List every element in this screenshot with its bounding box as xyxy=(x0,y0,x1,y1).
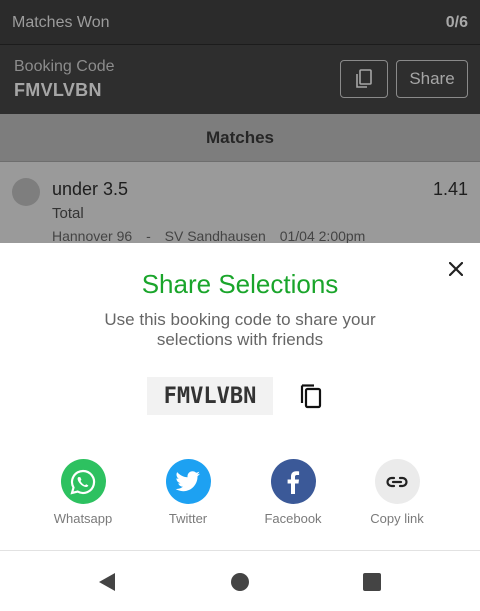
nav-back-button[interactable] xyxy=(95,570,119,594)
sheet-title: Share Selections xyxy=(141,269,339,299)
recents-icon xyxy=(363,573,381,591)
booking-code-display: FMVLVBN xyxy=(147,377,273,415)
whatsapp-icon xyxy=(60,459,106,504)
booking-code-value: FMVLVBN xyxy=(14,80,102,100)
sheet-subtitle: Use this booking code to share your sele… xyxy=(104,310,376,349)
copy-link-button[interactable]: Copy link xyxy=(352,459,442,526)
matches-won-row: Matches Won 0/6 xyxy=(0,0,480,45)
copy-icon xyxy=(300,384,322,409)
team-separator: - xyxy=(146,228,151,243)
share-twitter-label: Twitter xyxy=(168,511,208,526)
share-twitter-button[interactable]: Twitter xyxy=(143,459,233,526)
twitter-icon xyxy=(165,459,211,504)
back-icon xyxy=(99,573,115,591)
home-icon xyxy=(231,573,249,591)
share-whatsapp-label: Whatsapp xyxy=(53,511,113,526)
matches-header-label: Matches xyxy=(205,127,275,147)
match-datetime: 01/04 2:00pm xyxy=(279,228,366,243)
matches-won-label: Matches Won xyxy=(12,14,110,31)
copy-code-button[interactable] xyxy=(296,382,326,412)
selection-teams: Hannover 96 - SV Sandhausen 01/04 2:00pm xyxy=(52,228,375,243)
share-facebook-button[interactable]: Facebook xyxy=(248,459,338,526)
matches-header: Matches xyxy=(0,114,480,162)
booking-code-row: Booking Code FMVLVBN Share xyxy=(0,45,480,114)
selection-pick: under 3.5 xyxy=(52,179,129,199)
selection-status-dot xyxy=(12,178,40,206)
nav-recents-button[interactable] xyxy=(360,570,384,594)
copy-icon xyxy=(356,69,372,88)
share-facebook-label: Facebook xyxy=(264,511,322,526)
share-button[interactable]: Share xyxy=(396,60,468,98)
background-app: Matches Won 0/6 Booking Code FMVLVBN Sha… xyxy=(0,0,480,243)
facebook-icon xyxy=(270,459,316,504)
copy-code-button[interactable] xyxy=(340,60,388,98)
link-icon xyxy=(374,459,420,504)
copy-link-label: Copy link xyxy=(370,511,424,526)
away-team: SV Sandhausen xyxy=(164,228,266,243)
selection-row: under 3.5 1.41 Total Hannover 96 - SV Sa… xyxy=(0,162,480,243)
matches-won-value: 0/6 xyxy=(445,14,468,31)
system-nav-bar xyxy=(0,550,480,611)
nav-home-button[interactable] xyxy=(228,570,252,594)
share-sheet: Share Selections Use this booking code t… xyxy=(0,243,480,550)
booking-code-label: Booking Code xyxy=(14,58,115,75)
selection-market: Total xyxy=(52,205,84,222)
selection-odds: 1.41 xyxy=(432,179,468,199)
share-whatsapp-button[interactable]: Whatsapp xyxy=(38,459,128,526)
home-team: Hannover 96 xyxy=(52,228,133,243)
